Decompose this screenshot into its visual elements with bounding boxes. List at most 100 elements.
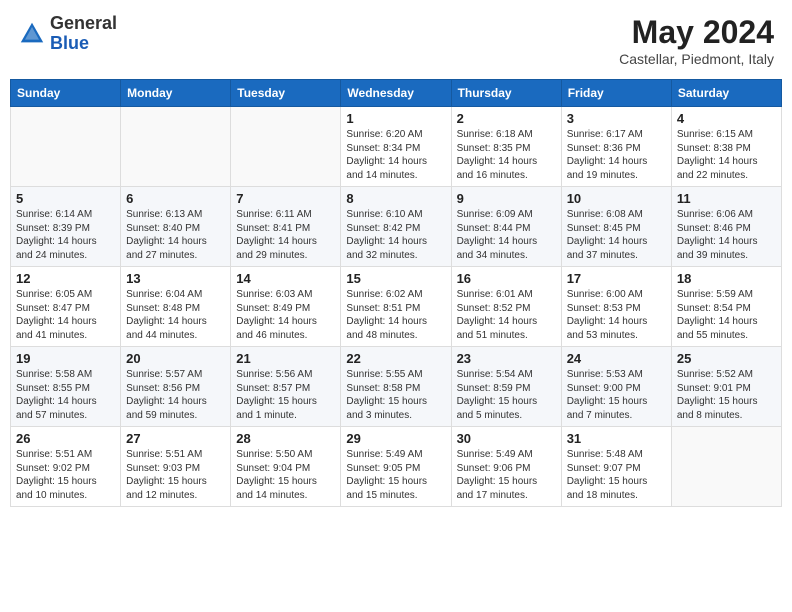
calendar-cell [121,107,231,187]
cell-sun-info: Sunrise: 5:55 AM Sunset: 8:58 PM Dayligh… [346,368,445,422]
calendar-week-4: 19 Sunrise: 5:58 AM Sunset: 8:55 PM Dayli… [11,347,782,427]
day-number: 1 [346,111,445,126]
cell-sun-info: Sunrise: 5:50 AM Sunset: 9:04 PM Dayligh… [236,448,335,502]
day-number: 4 [677,111,776,126]
calendar-cell: 17 Sunrise: 6:00 AM Sunset: 8:53 PM Dayli… [561,267,671,347]
day-number: 24 [567,351,666,366]
day-number: 9 [457,191,556,206]
day-number: 17 [567,271,666,286]
calendar-week-5: 26 Sunrise: 5:51 AM Sunset: 9:02 PM Dayli… [11,427,782,507]
location-subtitle: Castellar, Piedmont, Italy [619,51,774,67]
cell-sun-info: Sunrise: 5:48 AM Sunset: 9:07 PM Dayligh… [567,448,666,502]
cell-sun-info: Sunrise: 6:04 AM Sunset: 8:48 PM Dayligh… [126,288,225,342]
calendar-cell: 22 Sunrise: 5:55 AM Sunset: 8:58 PM Dayli… [341,347,451,427]
cell-sun-info: Sunrise: 5:54 AM Sunset: 8:59 PM Dayligh… [457,368,556,422]
day-number: 18 [677,271,776,286]
calendar-week-3: 12 Sunrise: 6:05 AM Sunset: 8:47 PM Dayli… [11,267,782,347]
calendar-cell: 26 Sunrise: 5:51 AM Sunset: 9:02 PM Dayli… [11,427,121,507]
cell-sun-info: Sunrise: 5:53 AM Sunset: 9:00 PM Dayligh… [567,368,666,422]
calendar-cell: 28 Sunrise: 5:50 AM Sunset: 9:04 PM Dayli… [231,427,341,507]
calendar-cell: 13 Sunrise: 6:04 AM Sunset: 8:48 PM Dayli… [121,267,231,347]
calendar-cell: 15 Sunrise: 6:02 AM Sunset: 8:51 PM Dayli… [341,267,451,347]
calendar-cell: 14 Sunrise: 6:03 AM Sunset: 8:49 PM Dayli… [231,267,341,347]
calendar-cell: 2 Sunrise: 6:18 AM Sunset: 8:35 PM Daylig… [451,107,561,187]
day-number: 6 [126,191,225,206]
cell-sun-info: Sunrise: 5:51 AM Sunset: 9:03 PM Dayligh… [126,448,225,502]
calendar-header: SundayMondayTuesdayWednesdayThursdayFrid… [11,80,782,107]
cell-sun-info: Sunrise: 6:00 AM Sunset: 8:53 PM Dayligh… [567,288,666,342]
calendar-cell: 25 Sunrise: 5:52 AM Sunset: 9:01 PM Dayli… [671,347,781,427]
cell-sun-info: Sunrise: 6:20 AM Sunset: 8:34 PM Dayligh… [346,128,445,182]
day-number: 19 [16,351,115,366]
cell-sun-info: Sunrise: 6:08 AM Sunset: 8:45 PM Dayligh… [567,208,666,262]
cell-sun-info: Sunrise: 6:18 AM Sunset: 8:35 PM Dayligh… [457,128,556,182]
day-number: 14 [236,271,335,286]
calendar-cell: 3Sunrise: 6:17 AM Sunset: 8:36 PM Daylig… [561,107,671,187]
calendar-cell: 11Sunrise: 6:06 AM Sunset: 8:46 PM Dayli… [671,187,781,267]
cell-sun-info: Sunrise: 5:51 AM Sunset: 9:02 PM Dayligh… [16,448,115,502]
calendar-cell: 8Sunrise: 6:10 AM Sunset: 8:42 PM Daylig… [341,187,451,267]
cell-sun-info: Sunrise: 6:06 AM Sunset: 8:46 PM Dayligh… [677,208,776,262]
month-title: May 2024 [619,14,774,51]
day-number: 13 [126,271,225,286]
cell-sun-info: Sunrise: 6:02 AM Sunset: 8:51 PM Dayligh… [346,288,445,342]
day-header-wednesday: Wednesday [341,80,451,107]
cell-sun-info: Sunrise: 5:57 AM Sunset: 8:56 PM Dayligh… [126,368,225,422]
cell-sun-info: Sunrise: 5:49 AM Sunset: 9:06 PM Dayligh… [457,448,556,502]
day-number: 5 [16,191,115,206]
day-header-thursday: Thursday [451,80,561,107]
day-header-tuesday: Tuesday [231,80,341,107]
calendar-week-2: 5 Sunrise: 6:14 AM Sunset: 8:39 PM Daylig… [11,187,782,267]
calendar-table: SundayMondayTuesdayWednesdayThursdayFrid… [10,79,782,507]
day-number: 27 [126,431,225,446]
day-number: 26 [16,431,115,446]
day-number: 29 [346,431,445,446]
day-number: 16 [457,271,556,286]
days-of-week-row: SundayMondayTuesdayWednesdayThursdayFrid… [11,80,782,107]
day-number: 21 [236,351,335,366]
calendar-cell [231,107,341,187]
calendar-cell: 7Sunrise: 6:11 AM Sunset: 8:41 PM Daylig… [231,187,341,267]
day-number: 25 [677,351,776,366]
day-number: 15 [346,271,445,286]
calendar-cell: 18Sunrise: 5:59 AM Sunset: 8:54 PM Dayli… [671,267,781,347]
cell-sun-info: Sunrise: 5:56 AM Sunset: 8:57 PM Dayligh… [236,368,335,422]
calendar-cell: 9 Sunrise: 6:09 AM Sunset: 8:44 PM Daylig… [451,187,561,267]
cell-sun-info: Sunrise: 6:03 AM Sunset: 8:49 PM Dayligh… [236,288,335,342]
logo-icon [18,20,46,48]
day-number: 22 [346,351,445,366]
calendar-week-1: 1 Sunrise: 6:20 AM Sunset: 8:34 PM Daylig… [11,107,782,187]
calendar-cell: 4 Sunrise: 6:15 AM Sunset: 8:38 PM Daylig… [671,107,781,187]
calendar-cell: 24 Sunrise: 5:53 AM Sunset: 9:00 PM Dayli… [561,347,671,427]
cell-sun-info: Sunrise: 6:14 AM Sunset: 8:39 PM Dayligh… [16,208,115,262]
day-number: 7 [236,191,335,206]
calendar-cell: 19 Sunrise: 5:58 AM Sunset: 8:55 PM Dayli… [11,347,121,427]
day-header-saturday: Saturday [671,80,781,107]
day-number: 2 [457,111,556,126]
calendar-cell: 27 Sunrise: 5:51 AM Sunset: 9:03 PM Dayli… [121,427,231,507]
day-number: 10 [567,191,666,206]
day-number: 20 [126,351,225,366]
cell-sun-info: Sunrise: 6:13 AM Sunset: 8:40 PM Dayligh… [126,208,225,262]
cell-sun-info: Sunrise: 5:58 AM Sunset: 8:55 PM Dayligh… [16,368,115,422]
cell-sun-info: Sunrise: 5:52 AM Sunset: 9:01 PM Dayligh… [677,368,776,422]
day-number: 8 [346,191,445,206]
logo-blue-text: Blue [50,34,117,54]
calendar-body: 1 Sunrise: 6:20 AM Sunset: 8:34 PM Daylig… [11,107,782,507]
cell-sun-info: Sunrise: 6:05 AM Sunset: 8:47 PM Dayligh… [16,288,115,342]
calendar-cell: 20 Sunrise: 5:57 AM Sunset: 8:56 PM Dayli… [121,347,231,427]
day-number: 12 [16,271,115,286]
cell-sun-info: Sunrise: 6:09 AM Sunset: 8:44 PM Dayligh… [457,208,556,262]
cell-sun-info: Sunrise: 6:17 AM Sunset: 8:36 PM Dayligh… [567,128,666,182]
title-area: May 2024 Castellar, Piedmont, Italy [619,14,774,67]
calendar-cell: 5 Sunrise: 6:14 AM Sunset: 8:39 PM Daylig… [11,187,121,267]
calendar-cell: 1 Sunrise: 6:20 AM Sunset: 8:34 PM Daylig… [341,107,451,187]
day-header-friday: Friday [561,80,671,107]
cell-sun-info: Sunrise: 6:15 AM Sunset: 8:38 PM Dayligh… [677,128,776,182]
cell-sun-info: Sunrise: 6:01 AM Sunset: 8:52 PM Dayligh… [457,288,556,342]
day-number: 28 [236,431,335,446]
day-header-monday: Monday [121,80,231,107]
logo: General Blue [18,14,117,54]
day-number: 31 [567,431,666,446]
day-header-sunday: Sunday [11,80,121,107]
